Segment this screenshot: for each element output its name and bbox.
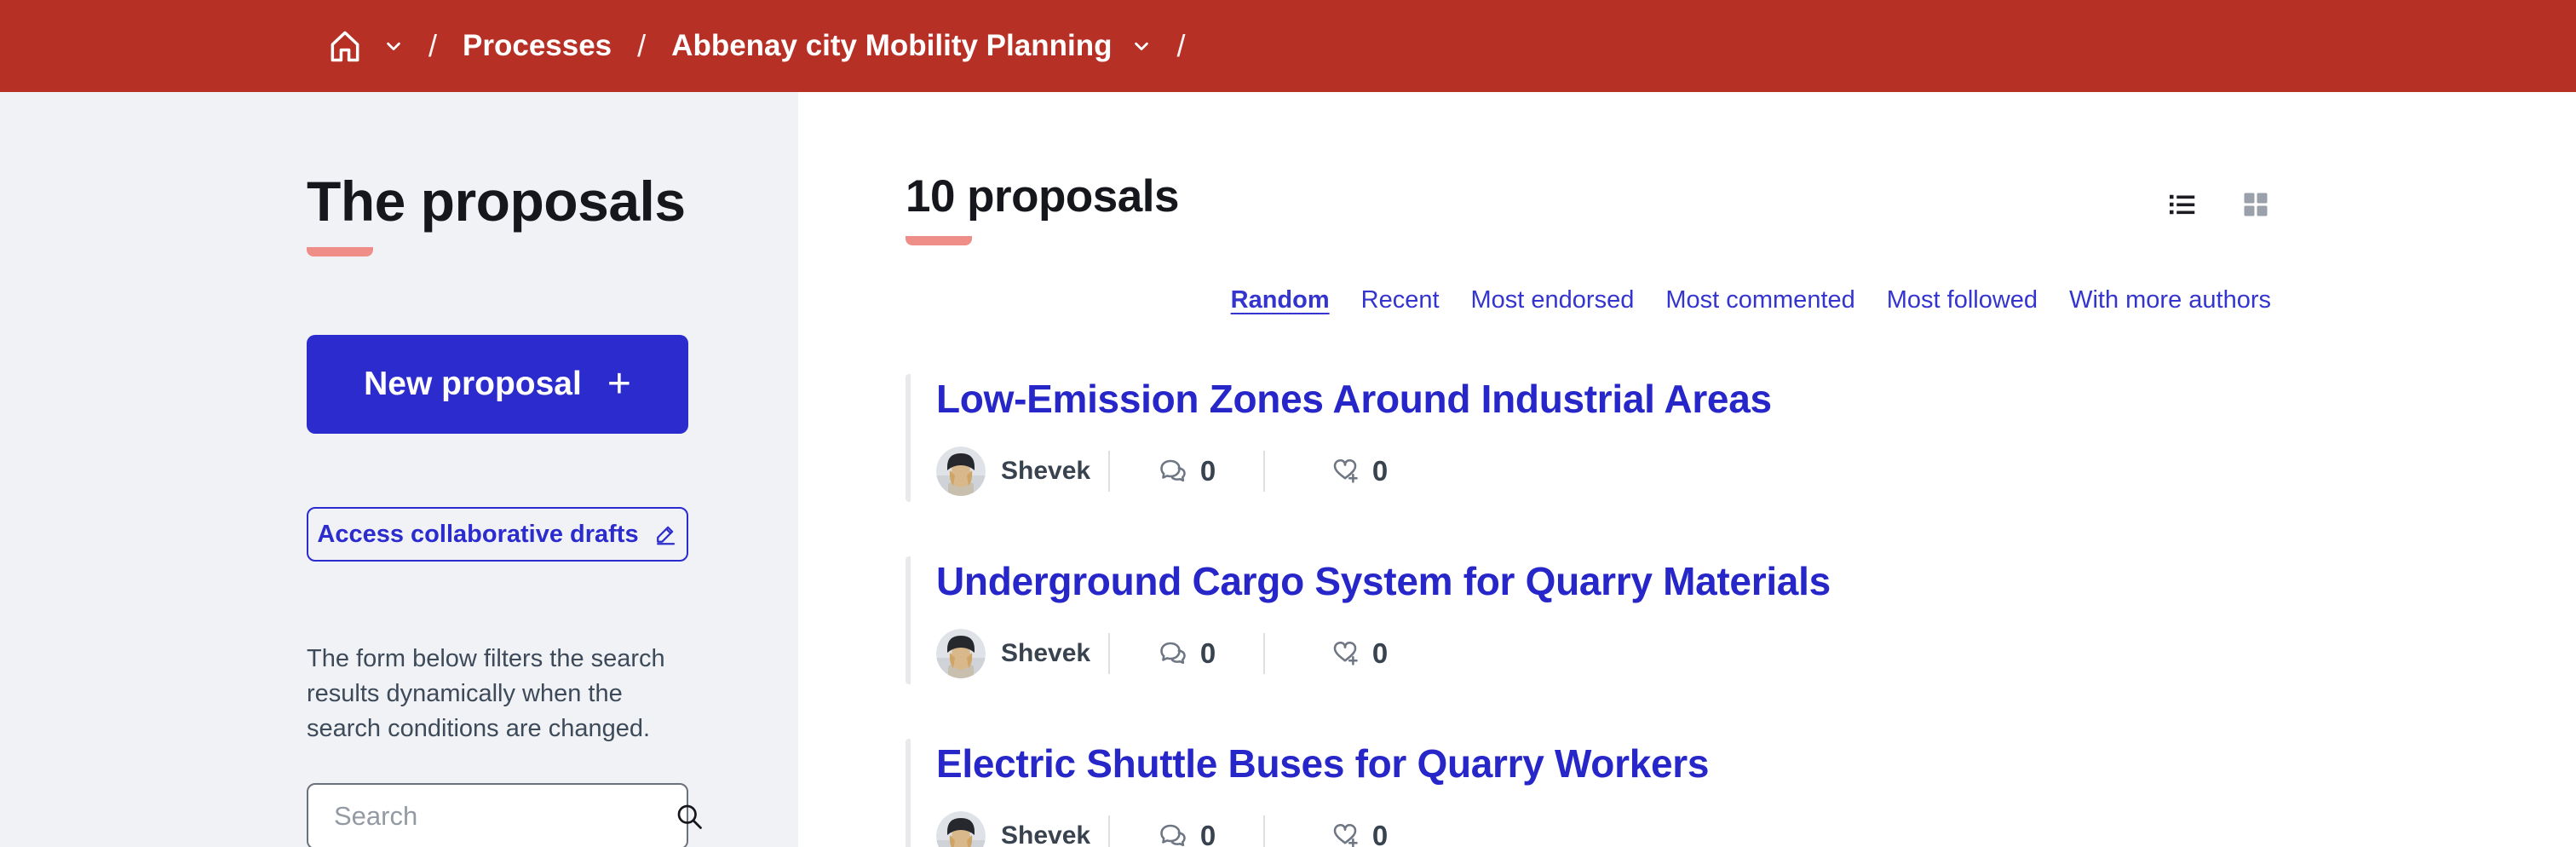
access-drafts-label: Access collaborative drafts [317, 521, 638, 549]
endorsements-count[interactable]: 0 [1265, 455, 1452, 487]
proposal-title-link[interactable]: Electric Shuttle Buses for Quarry Worker… [936, 741, 1709, 786]
endorsements-count[interactable]: 0 [1265, 637, 1452, 670]
comments-count[interactable]: 0 [1110, 820, 1263, 847]
comments-icon [1158, 456, 1188, 487]
grid-view-icon[interactable] [2240, 189, 2271, 220]
endorsements-value: 0 [1372, 820, 1388, 847]
plus-icon: + [607, 364, 631, 405]
endorse-heart-plus-icon [1330, 456, 1360, 487]
proposal-meta: Shevek 0 [936, 810, 2271, 847]
breadcrumb-processes-link[interactable]: Processes [463, 29, 612, 63]
breadcrumb: / Processes / Abbenay city Mobility Plan… [326, 27, 1190, 65]
list-view-icon[interactable] [2167, 189, 2198, 220]
breadcrumb-separator: / [423, 28, 442, 64]
sort-options-row: Random Recent Most endorsed Most comment… [906, 286, 2271, 314]
filter-help-text: The form below filters the search result… [307, 642, 685, 747]
sort-option-most-commented[interactable]: Most commented [1665, 286, 1854, 314]
proposal-item: Underground Cargo System for Quarry Mate… [906, 556, 2271, 684]
endorsements-value: 0 [1372, 637, 1388, 670]
proposal-author[interactable]: Shevek [936, 629, 1108, 678]
author-name: Shevek [1001, 457, 1090, 486]
space-chevron-down-icon[interactable] [1132, 37, 1151, 55]
search-input[interactable] [334, 801, 674, 832]
sort-option-recent[interactable]: Recent [1361, 286, 1440, 314]
search-icon[interactable] [674, 801, 704, 832]
author-avatar [936, 447, 986, 496]
sort-option-with-more-authors[interactable]: With more authors [2069, 286, 2271, 314]
sort-option-random[interactable]: Random [1231, 286, 1330, 314]
new-proposal-label: New proposal [364, 366, 582, 403]
endorse-heart-plus-icon [1330, 638, 1360, 669]
proposal-title-link[interactable]: Low-Emission Zones Around Industrial Are… [936, 377, 1772, 421]
sidebar: The proposals New proposal + Access coll… [0, 92, 798, 847]
comments-value: 0 [1200, 637, 1216, 670]
endorsements-count[interactable]: 0 [1265, 820, 1452, 847]
proposal-item: Low-Emission Zones Around Industrial Are… [906, 374, 2271, 502]
endorse-heart-plus-icon [1330, 821, 1360, 847]
proposal-list: Low-Emission Zones Around Industrial Are… [906, 374, 2271, 847]
sort-option-most-endorsed[interactable]: Most endorsed [1471, 286, 1635, 314]
count-accent-underline [906, 236, 972, 245]
breadcrumb-separator: / [1171, 28, 1190, 64]
comments-icon [1158, 638, 1188, 669]
proposal-author[interactable]: Shevek [936, 811, 1108, 847]
top-navigation-bar: / Processes / Abbenay city Mobility Plan… [0, 0, 2576, 92]
proposal-meta: Shevek 0 [936, 628, 2271, 679]
proposal-count-title: 10 proposals [906, 170, 1179, 222]
author-name: Shevek [1001, 639, 1090, 668]
comments-value: 0 [1200, 455, 1216, 487]
proposal-item: Electric Shuttle Buses for Quarry Worker… [906, 739, 2271, 847]
endorsements-value: 0 [1372, 455, 1388, 487]
view-mode-toggles [2167, 189, 2271, 220]
proposals-main-area: 10 proposals [798, 92, 2576, 847]
comments-count[interactable]: 0 [1110, 637, 1263, 670]
title-accent-underline [307, 247, 373, 256]
sort-option-most-followed[interactable]: Most followed [1887, 286, 2038, 314]
breadcrumb-space-link[interactable]: Abbenay city Mobility Planning [671, 29, 1112, 63]
new-proposal-button[interactable]: New proposal + [307, 335, 688, 434]
proposal-meta: Shevek 0 [936, 446, 2271, 497]
search-box [307, 783, 688, 847]
comments-icon [1158, 821, 1188, 847]
access-drafts-button[interactable]: Access collaborative drafts [307, 507, 688, 562]
author-avatar [936, 811, 986, 847]
sidebar-title: The proposals [307, 169, 690, 233]
author-avatar [936, 629, 986, 678]
author-name: Shevek [1001, 821, 1090, 847]
home-icon[interactable] [326, 27, 364, 65]
proposal-author[interactable]: Shevek [936, 447, 1108, 496]
comments-count[interactable]: 0 [1110, 455, 1263, 487]
edit-pencil-icon [653, 521, 678, 547]
comments-value: 0 [1200, 820, 1216, 847]
proposal-title-link[interactable]: Underground Cargo System for Quarry Mate… [936, 559, 1831, 603]
home-chevron-down-icon[interactable] [384, 37, 403, 55]
breadcrumb-separator: / [632, 28, 651, 64]
